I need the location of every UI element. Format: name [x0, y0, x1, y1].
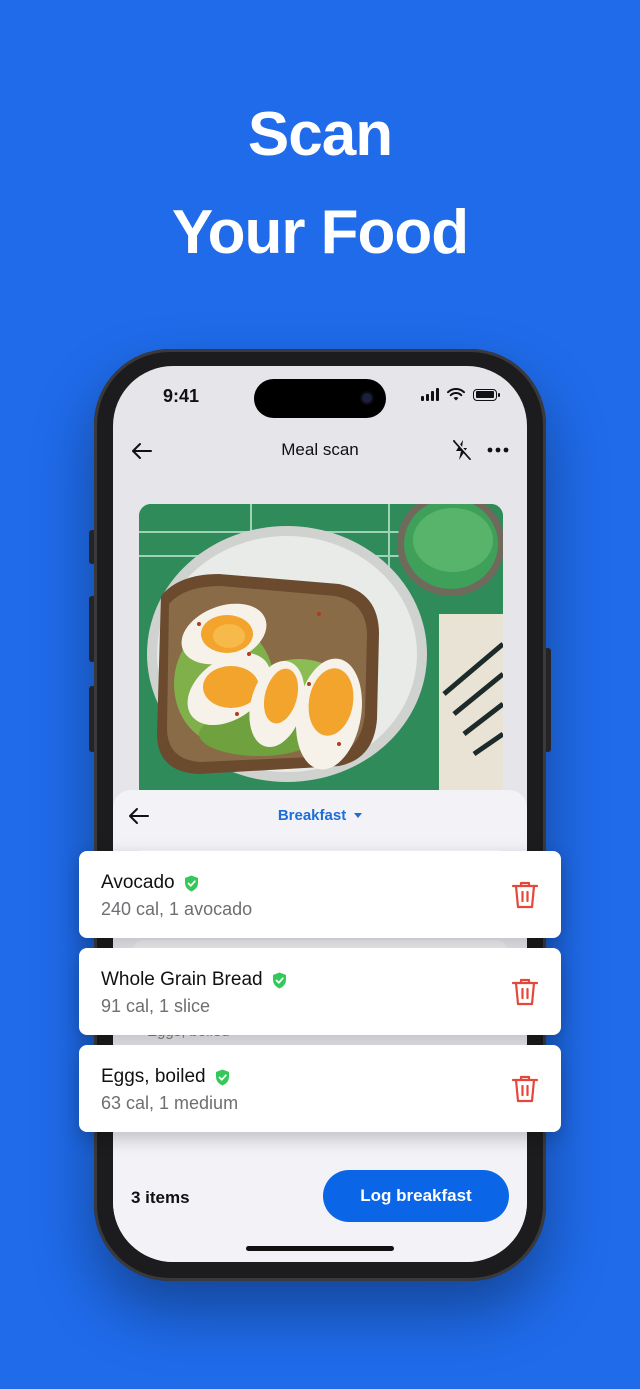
item-count: 3 items: [131, 1188, 190, 1207]
meal-type-label: Breakfast: [277, 807, 347, 824]
food-item-detail: 63 cal, 1 medium: [101, 1093, 239, 1113]
trash-icon[interactable]: [511, 1074, 539, 1104]
food-item-detail: 240 cal, 1 avocado: [101, 899, 253, 919]
battery-icon: [473, 388, 500, 401]
food-item-name: Whole Grain Bread: [101, 969, 263, 990]
food-item-name: Avocado: [101, 872, 175, 893]
food-item-name-row: Avocado: [101, 872, 199, 894]
verified-shield-icon: [184, 875, 198, 891]
headline-line-2: Your Food: [171, 198, 469, 267]
avocado-toast-illustration: [139, 504, 503, 804]
verified-shield-icon: [272, 972, 286, 988]
verified-shield-icon: [215, 1069, 229, 1085]
log-breakfast-button[interactable]: Log breakfast: [323, 1170, 509, 1222]
caret-down-icon: [354, 812, 363, 818]
status-icons: [421, 388, 500, 401]
status-time: 9:41: [163, 386, 200, 406]
trash-icon[interactable]: [511, 977, 539, 1007]
food-item-name: Eggs, boiled: [101, 1066, 206, 1087]
front-camera: [362, 393, 372, 403]
food-item-name-row: Eggs, boiled: [101, 1066, 230, 1088]
food-item-card[interactable]: Avocado 240 cal, 1 avocado: [79, 851, 561, 938]
food-item-card[interactable]: Whole Grain Bread 91 cal, 1 slice: [79, 948, 561, 1035]
more-options-icon[interactable]: [487, 446, 509, 454]
home-indicator: [246, 1246, 394, 1251]
dynamic-island: [254, 379, 386, 418]
meal-type-dropdown[interactable]: Breakfast: [113, 807, 527, 824]
food-item-detail: 91 cal, 1 slice: [101, 996, 211, 1016]
wifi-icon: [447, 388, 465, 401]
flash-off-icon[interactable]: [451, 438, 473, 462]
cellular-signal-icon: [421, 388, 439, 401]
food-item-name-row: Whole Grain Bread: [101, 969, 287, 991]
food-item-card[interactable]: Eggs, boiled 63 cal, 1 medium: [79, 1045, 561, 1132]
headline-line-1: Scan: [247, 100, 393, 169]
trash-icon[interactable]: [511, 880, 539, 910]
food-photo: [139, 504, 503, 804]
